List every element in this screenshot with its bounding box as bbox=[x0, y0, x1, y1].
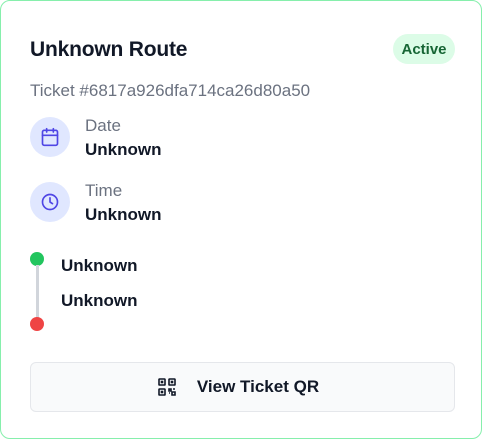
route-title: Unknown Route bbox=[30, 38, 188, 61]
qr-code-icon bbox=[158, 378, 176, 396]
route-end-dot bbox=[30, 317, 44, 331]
time-info: Time Unknown bbox=[85, 180, 162, 226]
route-destination: Unknown bbox=[61, 291, 138, 310]
date-label: Date bbox=[85, 116, 121, 135]
route-line bbox=[36, 265, 39, 318]
time-row: Time Unknown bbox=[30, 180, 162, 226]
view-ticket-qr-button[interactable]: View Ticket QR bbox=[30, 362, 455, 412]
clock-icon bbox=[41, 193, 59, 211]
status-badge: Active bbox=[393, 34, 455, 64]
ticket-number: Ticket #6817a926dfa714ca26d80a50 bbox=[30, 81, 311, 100]
date-value: Unknown bbox=[85, 140, 162, 159]
time-label: Time bbox=[85, 181, 123, 200]
route-origin: Unknown bbox=[61, 256, 138, 275]
calendar-icon bbox=[41, 127, 59, 147]
date-row: Date Unknown bbox=[30, 115, 162, 161]
time-value: Unknown bbox=[85, 205, 162, 224]
ticket-card: Unknown Route Active Ticket #6817a926dfa… bbox=[0, 0, 482, 439]
view-ticket-qr-label: View Ticket QR bbox=[196, 377, 320, 396]
date-icon-badge bbox=[30, 117, 70, 157]
route-start-dot bbox=[30, 252, 44, 266]
date-info: Date Unknown bbox=[85, 115, 162, 161]
time-icon-badge bbox=[30, 182, 70, 222]
